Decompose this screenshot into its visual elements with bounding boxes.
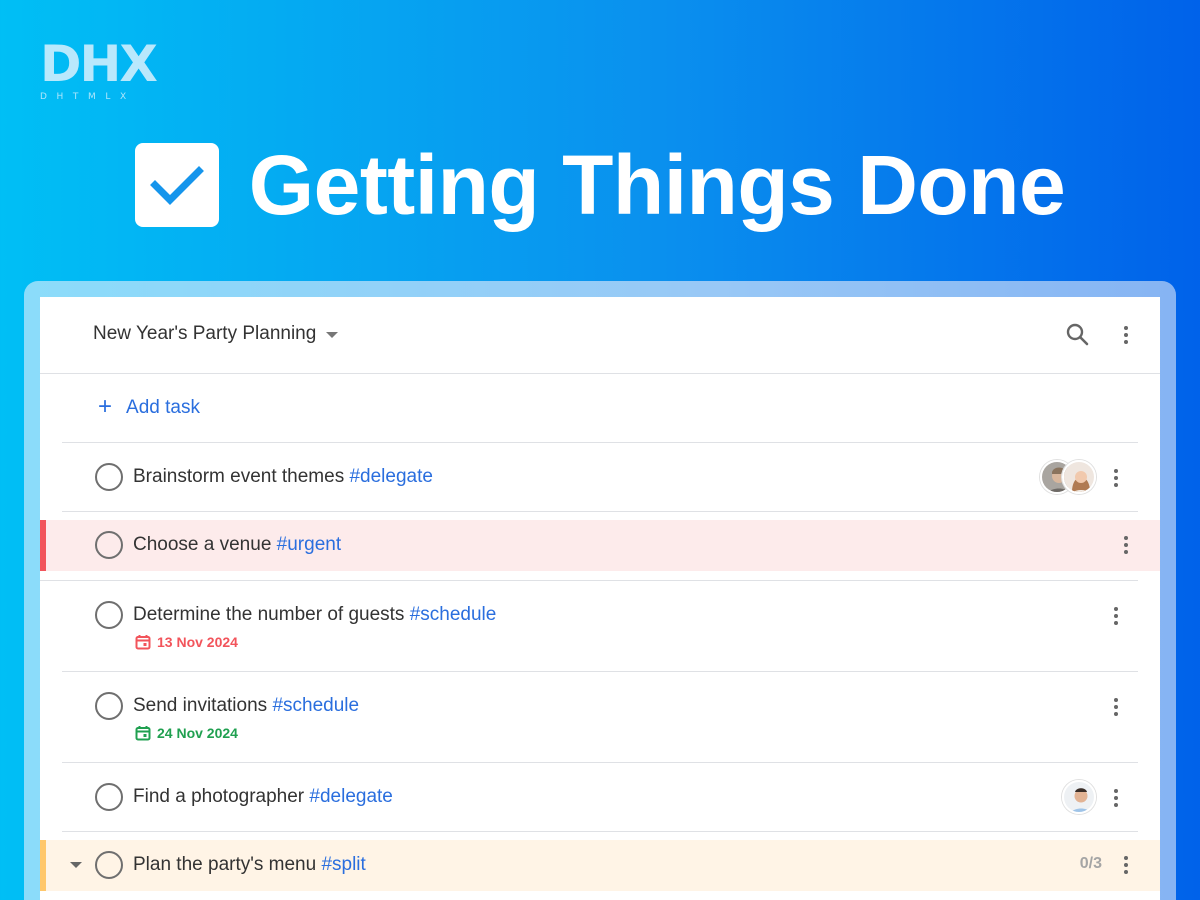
dhtmlx-logo: DHX DHTMLX — [40, 35, 158, 102]
more-vert-icon[interactable] — [1116, 853, 1136, 877]
plus-icon: + — [98, 392, 113, 420]
task-checkbox[interactable] — [95, 463, 123, 491]
headline-title: Getting Things Done — [248, 138, 1066, 232]
task-text: Plan the party's menu — [133, 854, 317, 875]
task-tag[interactable]: #schedule — [410, 604, 497, 625]
task-row[interactable]: Brainstorm event themes #delegate — [62, 443, 1138, 512]
task-row[interactable]: Send invitations #schedule 24 Nov 2024 — [62, 672, 1138, 763]
more-vert-icon[interactable] — [1116, 533, 1136, 557]
task-row[interactable]: Choose a venue #urgent — [40, 520, 1160, 571]
task-row[interactable]: Find a photographer #delegate — [62, 763, 1138, 832]
task-row-wrapper: Choose a venue #urgent — [40, 512, 1160, 581]
task-text: Find a photographer — [133, 786, 305, 807]
app-frame: New Year's Party Planning + Add task Bra… — [24, 281, 1176, 900]
calendar-icon — [135, 726, 151, 741]
logo-mark: DHX — [40, 35, 158, 93]
chevron-down-icon[interactable] — [70, 862, 82, 868]
checkbox-checked-icon — [134, 143, 219, 227]
assignees[interactable] — [1062, 780, 1096, 814]
task-checkbox[interactable] — [95, 851, 123, 879]
task-title: Plan the party's menu #split — [133, 854, 366, 876]
search-icon[interactable] — [1064, 321, 1092, 349]
task-text: Choose a venue — [133, 534, 272, 555]
task-row-wrapper: Plan the party's menu #split 0/3 — [40, 832, 1160, 900]
task-checkbox[interactable] — [95, 783, 123, 811]
task-tag[interactable]: #delegate — [309, 786, 392, 807]
task-row[interactable]: Determine the number of guests #schedule… — [62, 581, 1138, 672]
calendar-icon — [135, 635, 151, 650]
task-row[interactable]: Plan the party's menu #split 0/3 — [40, 840, 1160, 891]
task-title: Find a photographer #delegate — [133, 786, 393, 808]
task-title: Choose a venue #urgent — [133, 534, 341, 556]
headline: Getting Things Done — [0, 140, 1200, 230]
project-selector[interactable]: New Year's Party Planning — [93, 323, 339, 345]
more-vert-icon[interactable] — [1106, 604, 1126, 628]
due-date[interactable]: 24 Nov 2024 — [135, 725, 238, 741]
subtask-count: 0/3 — [1079, 855, 1102, 872]
task-checkbox[interactable] — [95, 601, 123, 629]
due-date[interactable]: 13 Nov 2024 — [135, 634, 238, 650]
task-tag[interactable]: #delegate — [349, 466, 432, 487]
todo-panel: New Year's Party Planning + Add task Bra… — [40, 297, 1160, 900]
task-tag[interactable]: #split — [321, 854, 365, 875]
due-date-text: 24 Nov 2024 — [157, 725, 238, 741]
more-vert-icon[interactable] — [1106, 786, 1126, 810]
task-title: Brainstorm event themes #delegate — [133, 466, 433, 488]
task-checkbox[interactable] — [95, 692, 123, 720]
add-task-button[interactable]: + Add task — [62, 374, 1138, 443]
task-text: Brainstorm event themes — [133, 466, 345, 487]
more-vert-icon[interactable] — [1106, 466, 1126, 490]
chevron-down-icon — [326, 332, 339, 338]
task-tag[interactable]: #urgent — [277, 534, 341, 555]
priority-indicator — [40, 840, 46, 891]
avatar — [1062, 780, 1096, 814]
add-task-label: Add task — [126, 397, 200, 418]
task-title: Send invitations #schedule — [133, 695, 359, 717]
more-vert-icon[interactable] — [1116, 323, 1136, 347]
avatar — [1062, 460, 1096, 494]
task-text: Determine the number of guests — [133, 604, 405, 625]
task-title: Determine the number of guests #schedule — [133, 604, 496, 626]
more-vert-icon[interactable] — [1106, 695, 1126, 719]
task-checkbox[interactable] — [95, 531, 123, 559]
task-tag[interactable]: #schedule — [272, 695, 359, 716]
project-name: New Year's Party Planning — [93, 323, 317, 344]
assignees[interactable] — [1040, 460, 1096, 494]
priority-indicator — [40, 520, 46, 571]
logo-subtitle: DHTMLX — [40, 92, 136, 102]
toolbar: New Year's Party Planning — [40, 297, 1160, 374]
due-date-text: 13 Nov 2024 — [157, 634, 238, 650]
task-text: Send invitations — [133, 695, 268, 716]
